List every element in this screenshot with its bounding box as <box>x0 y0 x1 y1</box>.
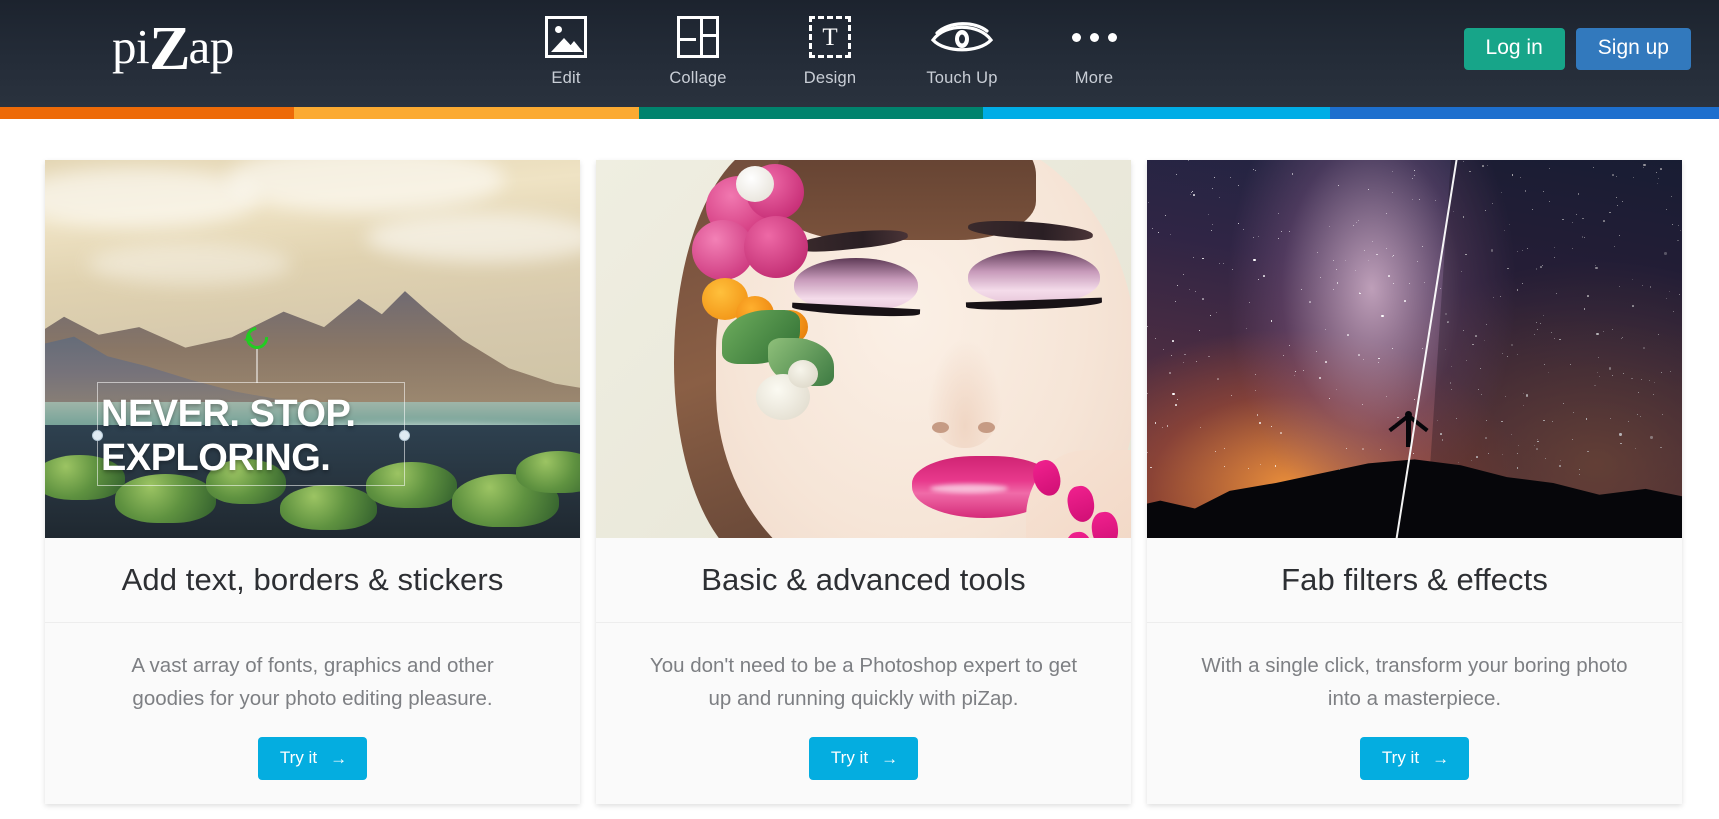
nav-item-design[interactable]: T Design <box>764 14 896 88</box>
grid-icon <box>677 14 719 60</box>
color-strip <box>0 107 1719 119</box>
card-image-beauty-portrait <box>596 160 1131 538</box>
text-box-icon: T <box>809 14 851 60</box>
feature-card-add-text-borders-stickers[interactable]: NEVER. STOP. EXPLORING. Add text, border… <box>45 160 580 804</box>
selection-handle-right[interactable] <box>399 430 410 441</box>
main-navigation: Edit Collage T Design Touch Up More <box>500 14 1160 88</box>
feature-card-basic-advanced-tools[interactable]: Basic & advanced tools You don't need to… <box>596 160 1131 804</box>
arrow-right-icon: → <box>881 748 899 768</box>
try-it-button[interactable]: Try it → <box>1359 737 1470 780</box>
person-silhouette <box>1406 417 1412 448</box>
try-it-button[interactable]: Try it → <box>808 737 919 780</box>
feature-card-fab-filters-effects[interactable]: Fab filters & effects With a single clic… <box>1147 160 1682 804</box>
feature-cards: NEVER. STOP. EXPLORING. Add text, border… <box>0 119 1719 804</box>
nav-label-more: More <box>1074 69 1114 87</box>
card-description: You don't need to be a Photoshop expert … <box>649 654 1078 710</box>
strip-segment-orange <box>0 107 294 119</box>
auth-buttons: Log in Sign up <box>1463 28 1691 71</box>
card-description: With a single click, transform your bori… <box>1201 654 1628 710</box>
text-box-glyph: T <box>822 23 838 51</box>
signup-button[interactable]: Sign up <box>1575 28 1691 71</box>
card-image-mountain-landscape: NEVER. STOP. EXPLORING. <box>45 160 580 538</box>
card-title: Basic & advanced tools <box>596 562 1131 623</box>
site-header: piZap Edit Collage T Design Touch Up Mor… <box>0 0 1719 107</box>
image-icon <box>545 14 587 60</box>
try-it-button[interactable]: Try it → <box>257 737 368 780</box>
arrow-right-icon: → <box>1432 748 1450 768</box>
try-it-label: Try it <box>1381 748 1420 767</box>
card-image-milky-way <box>1147 160 1682 538</box>
nav-item-collage[interactable]: Collage <box>632 14 764 88</box>
try-it-label: Try it <box>830 748 869 767</box>
try-it-label: Try it <box>279 748 318 767</box>
card-title: Add text, borders & stickers <box>45 562 580 623</box>
logo-text-post: ap <box>188 19 234 74</box>
logo-text-pre: pi <box>112 19 150 74</box>
card-description: A vast array of fonts, graphics and othe… <box>131 654 494 710</box>
strip-segment-blue <box>1330 107 1719 119</box>
nav-item-edit[interactable]: Edit <box>500 14 632 88</box>
image-overlay-text: NEVER. STOP. EXPLORING. <box>101 393 356 479</box>
strip-segment-amber <box>293 107 640 119</box>
rotate-connector <box>256 347 258 383</box>
nav-item-more[interactable]: More <box>1028 14 1160 88</box>
nav-item-touch-up[interactable]: Touch Up <box>896 14 1028 88</box>
nav-label-design: Design <box>803 69 857 87</box>
nav-label-collage: Collage <box>669 69 727 87</box>
eye-icon <box>931 14 993 60</box>
ellipsis-icon <box>1071 14 1117 60</box>
login-button[interactable]: Log in <box>1463 28 1565 71</box>
strip-segment-teal-green <box>639 107 984 119</box>
site-logo[interactable]: piZap <box>112 18 234 80</box>
strip-segment-cyan <box>983 107 1331 119</box>
floral-crown <box>684 160 884 460</box>
card-title: Fab filters & effects <box>1147 562 1682 623</box>
arrow-right-icon: → <box>330 748 348 768</box>
nav-label-edit: Edit <box>551 69 581 87</box>
logo-text-z: Z <box>149 15 190 83</box>
nav-label-touch-up: Touch Up <box>926 69 998 87</box>
